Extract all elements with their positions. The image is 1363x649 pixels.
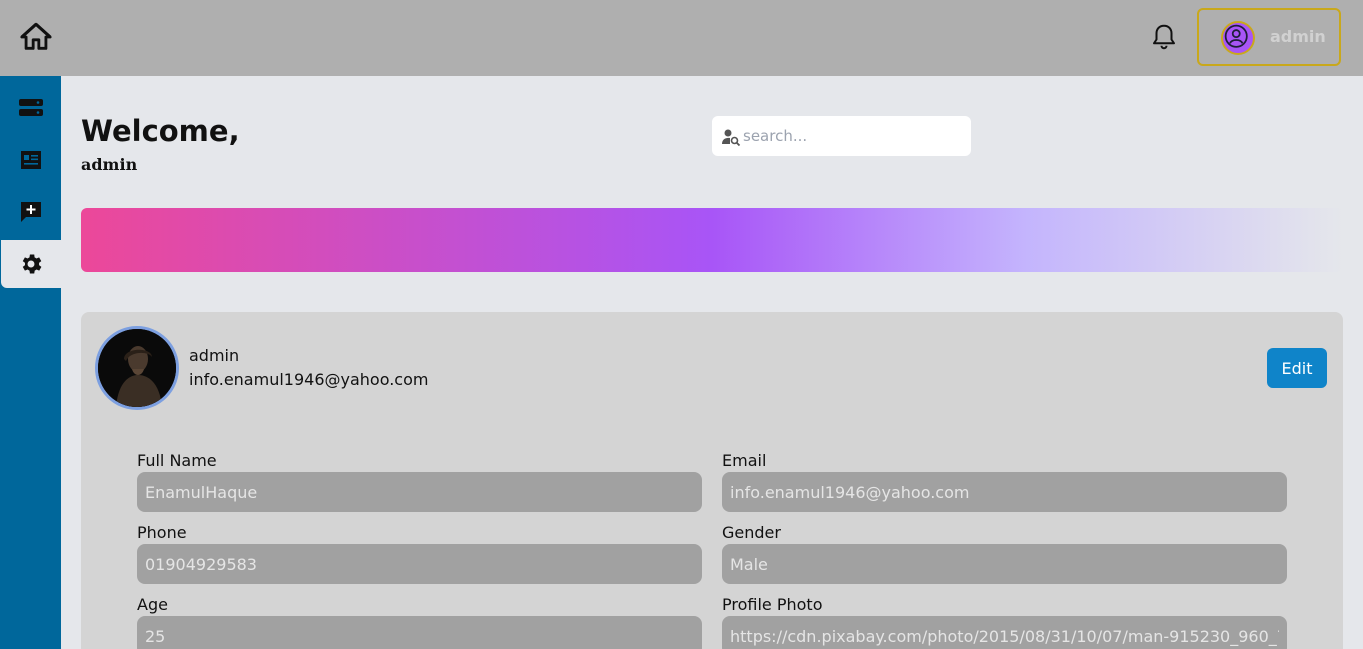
profile-email: info.enamul1946@yahoo.com [189, 370, 429, 389]
server-icon [18, 99, 43, 116]
sidebar [0, 76, 61, 649]
profile-name: admin [189, 346, 240, 365]
age-label: Age [137, 595, 168, 614]
welcome-username: admin [81, 155, 138, 174]
phone-label: Phone [137, 523, 187, 542]
profile-card: admin info.enamul1946@yahoo.com Edit Ful… [81, 312, 1343, 649]
user-search-icon [722, 129, 741, 147]
page-title: Welcome, [81, 114, 240, 148]
user-avatar-icon [1221, 21, 1255, 55]
top-bar: admin [0, 0, 1363, 76]
sidebar-item-news[interactable] [0, 136, 61, 184]
gender-field[interactable] [722, 544, 1287, 584]
message-plus-icon [20, 202, 41, 222]
gradient-banner [81, 208, 1343, 272]
phone-field[interactable] [137, 544, 702, 584]
email-label: Email [722, 451, 767, 470]
user-menu-button[interactable]: admin [1197, 8, 1341, 66]
sidebar-item-messages[interactable] [0, 188, 61, 236]
full-name-field[interactable] [137, 472, 702, 512]
email-field[interactable] [722, 472, 1287, 512]
search-box [712, 116, 971, 156]
gender-label: Gender [722, 523, 781, 542]
sidebar-item-settings[interactable] [1, 240, 61, 288]
full-name-label: Full Name [137, 451, 217, 470]
bell-icon[interactable] [1149, 21, 1179, 53]
age-field[interactable] [137, 616, 702, 649]
home-icon[interactable] [19, 20, 53, 54]
profile-photo-field[interactable] [722, 616, 1287, 649]
edit-button[interactable]: Edit [1267, 348, 1327, 388]
profile-photo-label: Profile Photo [722, 595, 823, 614]
search-input[interactable] [743, 125, 963, 147]
newspaper-icon [20, 151, 41, 169]
sidebar-item-servers[interactable] [0, 84, 61, 132]
user-menu-label: admin [1270, 27, 1326, 46]
profile-avatar [95, 326, 179, 410]
gear-icon [22, 254, 42, 274]
